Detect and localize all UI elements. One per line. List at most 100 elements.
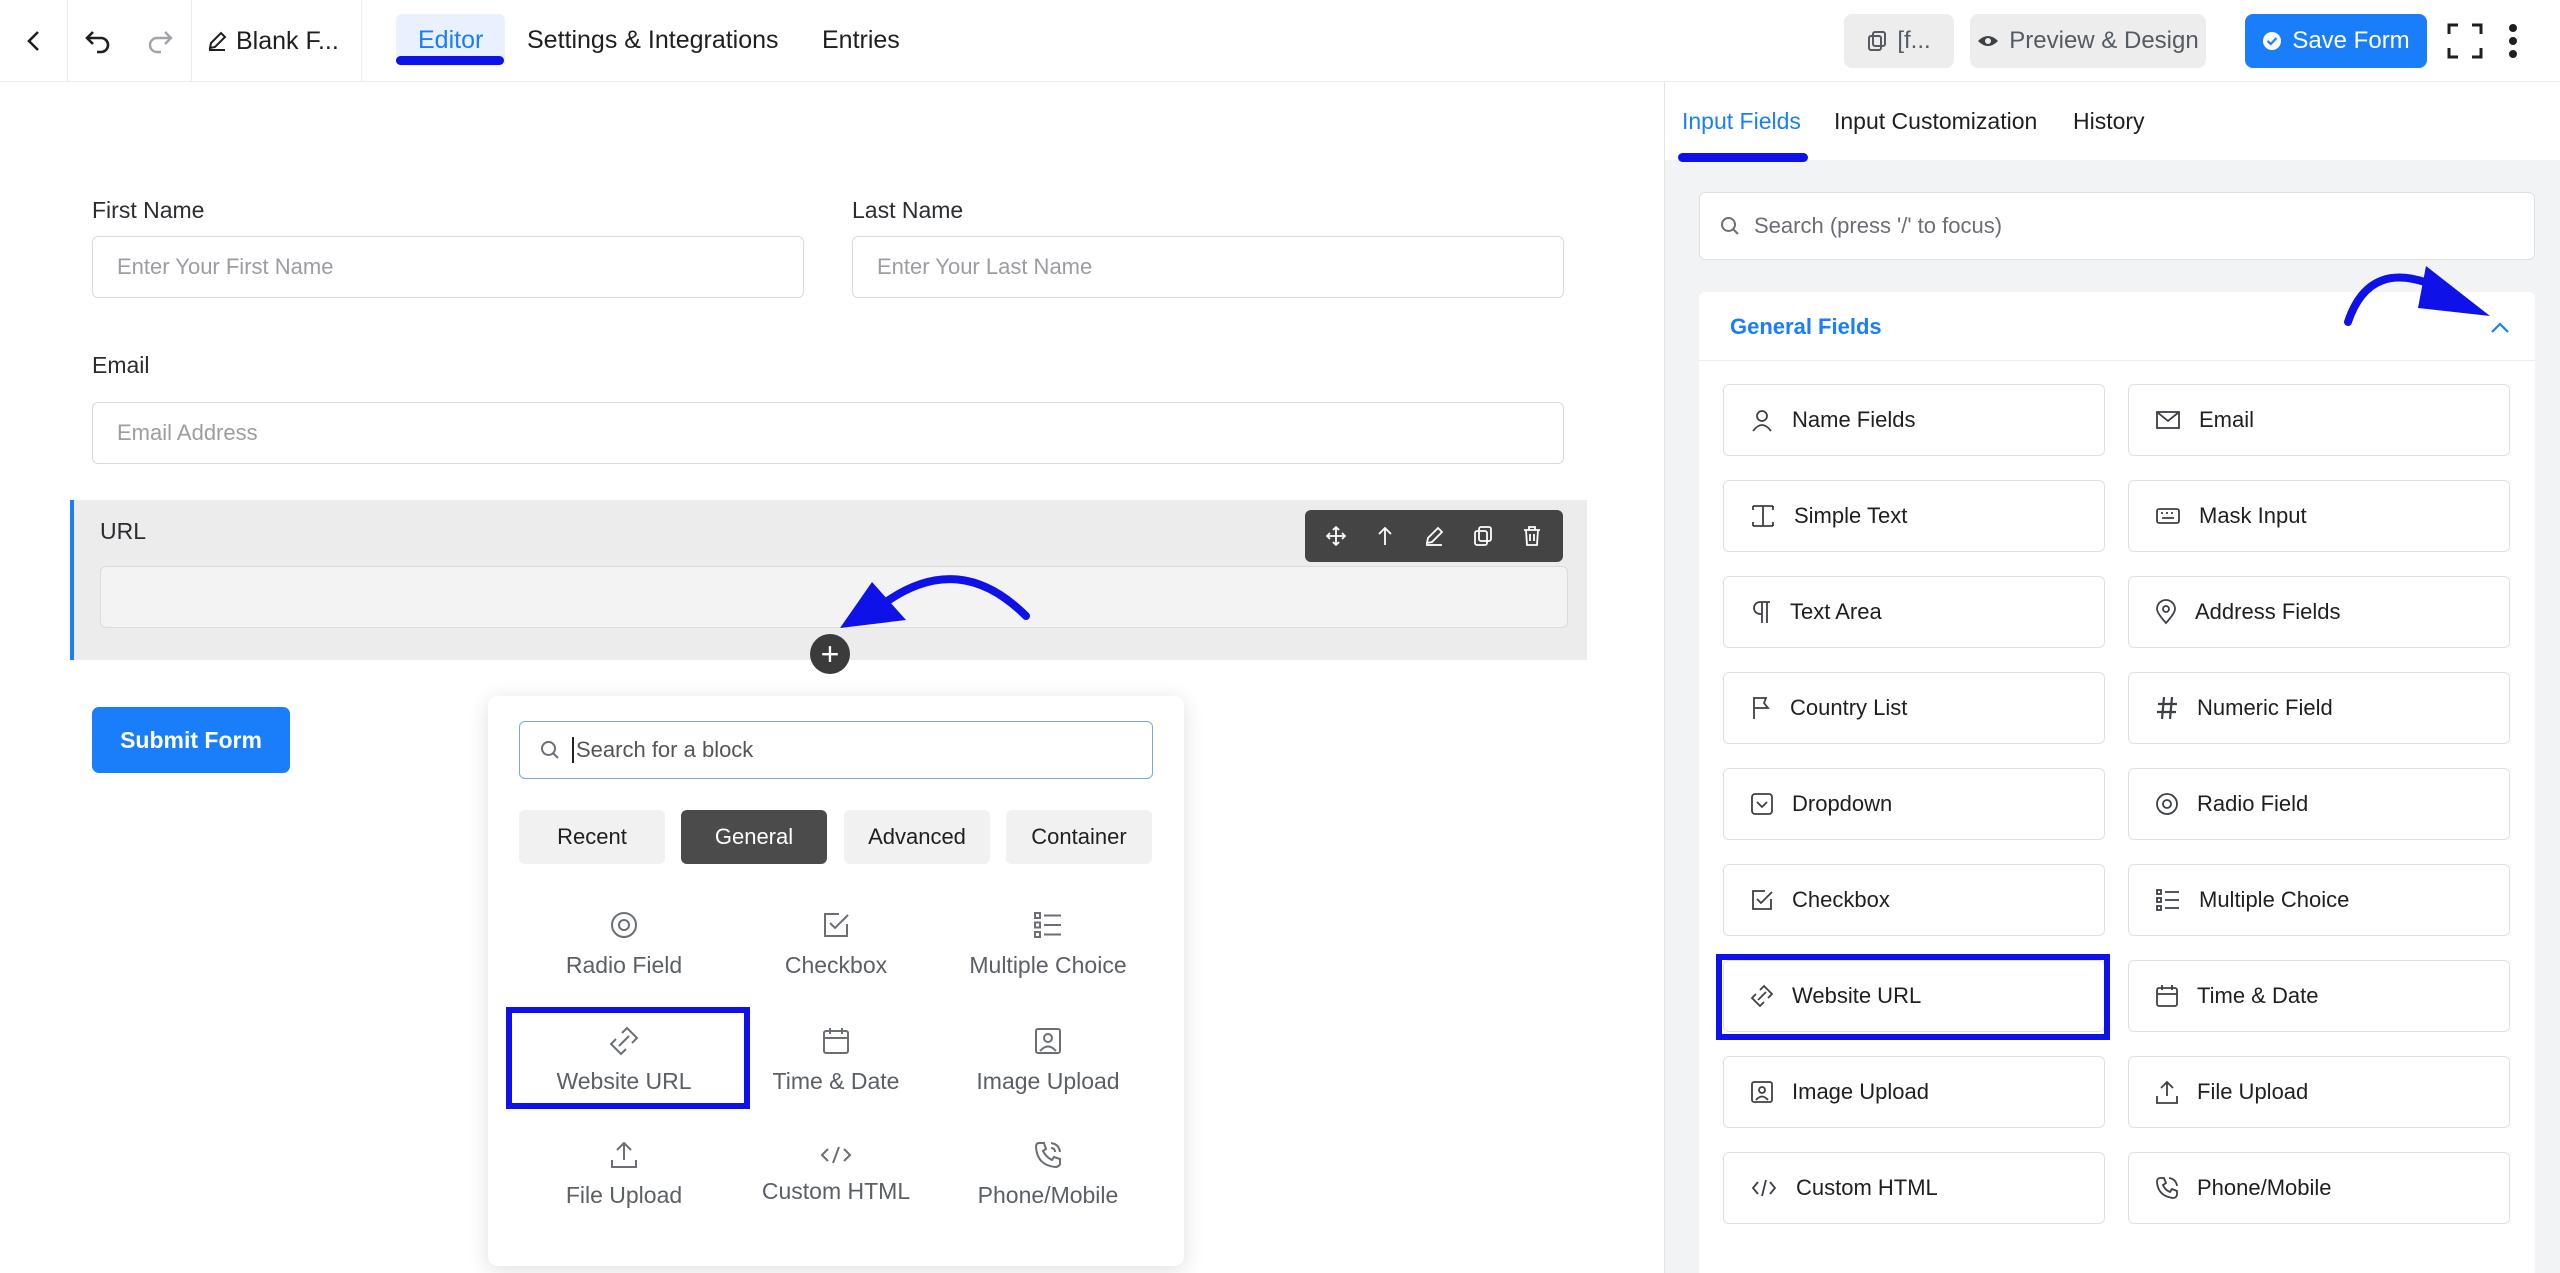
field-custom-html[interactable]: Custom HTML xyxy=(1723,1152,2105,1224)
picker-tab-advanced[interactable]: Advanced xyxy=(844,810,990,864)
block-search-input[interactable]: Search for a block xyxy=(519,721,1153,779)
field-mask-input[interactable]: Mask Input xyxy=(2128,480,2510,552)
picker-item-label: Multiple Choice xyxy=(969,951,1127,978)
field-label: Image Upload xyxy=(1792,1079,1929,1104)
redo-button[interactable] xyxy=(128,0,192,82)
annotation-arrow xyxy=(2344,266,2490,326)
field-dropdown[interactable]: Dropdown xyxy=(1723,768,2105,840)
field-phone-mobile[interactable]: Phone/Mobile xyxy=(2128,1152,2510,1224)
picker-item-multiple-choice[interactable]: Multiple Choice xyxy=(938,896,1158,992)
picker-item-custom-html[interactable]: Custom HTML xyxy=(726,1126,946,1222)
move-up-button[interactable] xyxy=(1365,516,1405,556)
picker-tab-container[interactable]: Container xyxy=(1006,810,1152,864)
picker-tab-label: Container xyxy=(1031,824,1127,849)
move-button[interactable] xyxy=(1316,516,1356,556)
list-icon xyxy=(1034,911,1061,938)
save-label: Save Form xyxy=(2292,27,2410,54)
field-email[interactable]: Email xyxy=(2128,384,2510,456)
shortcode-button[interactable]: [f... xyxy=(1844,14,1954,68)
field-text-area[interactable]: Text Area xyxy=(1723,576,2105,648)
field-address-fields[interactable]: Address Fields xyxy=(2128,576,2510,648)
code-icon xyxy=(820,1146,852,1163)
kebab-menu-icon xyxy=(2509,24,2517,58)
field-search-placeholder: Search (press '/' to focus) xyxy=(1754,213,2003,238)
duplicate-button[interactable] xyxy=(1463,516,1503,556)
picker-tab-general[interactable]: General xyxy=(681,810,827,864)
picker-item-phone-mobile[interactable]: Phone/Mobile xyxy=(938,1126,1158,1222)
preview-design-button[interactable]: Preview & Design xyxy=(1970,14,2206,68)
picker-item-radio-field[interactable]: Radio Field xyxy=(514,896,734,992)
sidebar-tabs: Input Fields Input Customization History xyxy=(1665,82,2560,162)
annotation-underline xyxy=(396,56,504,65)
email-input[interactable]: Email Address xyxy=(92,402,1564,464)
annotation-highlight-box xyxy=(1716,954,2110,1040)
delete-button[interactable] xyxy=(1512,516,1552,556)
picker-item-label: Image Upload xyxy=(976,1067,1120,1094)
picker-tab-label: Advanced xyxy=(868,824,966,849)
upload-icon xyxy=(611,1141,637,1168)
undo-button[interactable] xyxy=(68,0,128,82)
field-numeric-field[interactable]: Numeric Field xyxy=(2128,672,2510,744)
form-title-text: Blank F... xyxy=(236,26,339,55)
more-options-button[interactable] xyxy=(2490,0,2536,82)
field-multiple-choice[interactable]: Multiple Choice xyxy=(2128,864,2510,936)
field-name-fields[interactable]: Name Fields xyxy=(1723,384,2105,456)
picker-tab-recent[interactable]: Recent xyxy=(519,810,665,864)
first-name-input[interactable]: Enter Your First Name xyxy=(92,236,804,298)
picker-item-label: File Upload xyxy=(565,1181,683,1208)
general-fields-title[interactable]: General Fields xyxy=(1730,314,1882,340)
check-circle-icon xyxy=(2263,32,2282,50)
form-title[interactable]: Blank F... xyxy=(192,0,362,82)
calendar-icon xyxy=(2156,985,2178,1007)
submit-form-button[interactable]: Submit Form xyxy=(92,707,290,773)
annotation-arrow xyxy=(840,575,1030,628)
tab-input-fields[interactable]: Input Fields xyxy=(1682,108,1801,135)
last-name-input[interactable]: Enter Your Last Name xyxy=(852,236,1564,298)
block-picker-popup: Search for a block Recent General Advanc… xyxy=(488,696,1184,1266)
back-button[interactable] xyxy=(0,0,68,82)
field-label: Phone/Mobile xyxy=(2197,1175,2332,1200)
undo-icon xyxy=(85,31,110,54)
upload-icon xyxy=(2156,1080,2178,1104)
phone-icon xyxy=(1034,1141,1061,1168)
field-checkbox[interactable]: Checkbox xyxy=(1723,864,2105,936)
save-form-button[interactable]: Save Form xyxy=(2245,14,2427,68)
pencil-icon xyxy=(208,31,227,51)
user-icon xyxy=(1752,410,1772,432)
picker-item-image-upload[interactable]: Image Upload xyxy=(938,1012,1158,1108)
block-toolbar xyxy=(1305,510,1563,562)
field-time-date[interactable]: Time & Date xyxy=(2128,960,2510,1032)
field-file-upload[interactable]: File Upload xyxy=(2128,1056,2510,1128)
field-label: Multiple Choice xyxy=(2199,887,2350,912)
list-icon xyxy=(2156,889,2179,911)
picker-item-label: Custom HTML xyxy=(761,1177,911,1204)
picker-item-checkbox[interactable]: Checkbox xyxy=(726,896,946,992)
dropdown-icon xyxy=(1751,793,1773,815)
general-fields-panel: General Fields Name Fields Email Simple … xyxy=(1699,292,2535,1273)
text-caret xyxy=(572,737,574,763)
preview-label: Preview & Design xyxy=(2009,27,2199,54)
search-icon xyxy=(541,741,559,759)
tab-input-customization[interactable]: Input Customization xyxy=(1834,108,2037,135)
field-radio-field[interactable]: Radio Field xyxy=(2128,768,2510,840)
picker-item-label: Phone/Mobile xyxy=(977,1181,1119,1208)
picker-tab-label: General xyxy=(714,824,794,849)
picker-item-time-date[interactable]: Time & Date xyxy=(726,1012,946,1108)
field-search-input[interactable]: Search (press '/' to focus) xyxy=(1699,192,2535,260)
last-name-label: Last Name xyxy=(852,197,964,223)
field-country-list[interactable]: Country List xyxy=(1723,672,2105,744)
shortcode-label: [f... xyxy=(1897,27,1931,54)
annotation-underline xyxy=(1678,153,1808,162)
field-image-upload[interactable]: Image Upload xyxy=(1723,1056,2105,1128)
field-label: Checkbox xyxy=(1792,887,1890,912)
edit-button[interactable] xyxy=(1414,516,1454,556)
picker-item-file-upload[interactable]: File Upload xyxy=(514,1126,734,1222)
tab-editor-label: Editor xyxy=(418,25,484,54)
tab-entries-label: Entries xyxy=(822,25,900,54)
email-placeholder: Email Address xyxy=(117,420,258,445)
field-simple-text[interactable]: Simple Text xyxy=(1723,480,2105,552)
fullscreen-button[interactable] xyxy=(2440,0,2490,82)
tab-entries[interactable]: Entries xyxy=(800,14,922,66)
tab-settings-integrations[interactable]: Settings & Integrations xyxy=(505,14,801,66)
tab-history[interactable]: History xyxy=(2073,108,2145,135)
